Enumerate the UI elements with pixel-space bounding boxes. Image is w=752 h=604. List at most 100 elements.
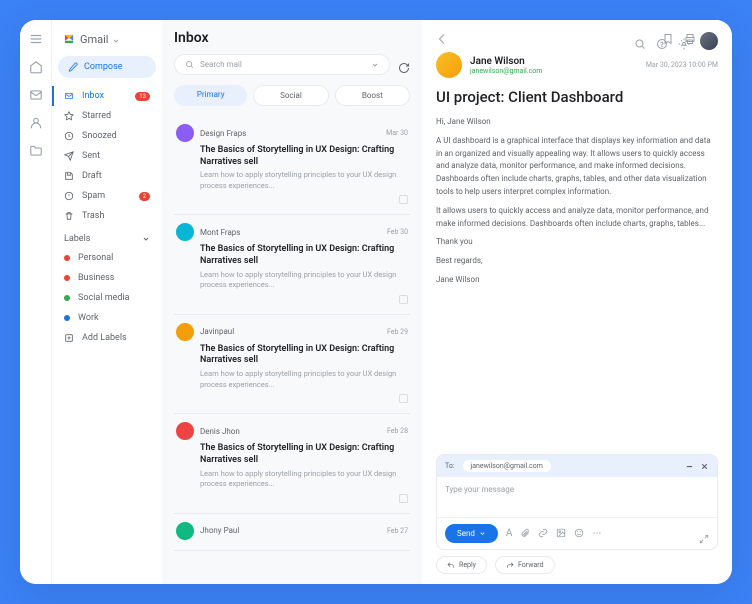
- expand-icon[interactable]: [699, 529, 709, 539]
- spam-icon: [64, 191, 74, 201]
- format-icon[interactable]: A: [506, 528, 513, 539]
- label-text: Work: [78, 313, 99, 323]
- sent-icon: [64, 151, 74, 161]
- reply-button[interactable]: Reply: [436, 556, 487, 574]
- checkbox[interactable]: [399, 494, 408, 503]
- date: Feb 29: [387, 328, 408, 336]
- avatar: [176, 422, 194, 440]
- minimize-icon[interactable]: [685, 462, 694, 471]
- sender: Jhony Paul: [200, 526, 381, 535]
- user-avatar[interactable]: [700, 32, 718, 50]
- search-input[interactable]: Search mail: [174, 54, 390, 75]
- chevron-down-icon[interactable]: [371, 61, 379, 69]
- checkbox[interactable]: [399, 195, 408, 204]
- emoji-icon[interactable]: [574, 528, 584, 538]
- label-text: Business: [78, 273, 114, 283]
- mail-item[interactable]: Jhony PaulFeb 27: [174, 514, 410, 551]
- header-actions: [634, 32, 718, 50]
- date: Feb 28: [387, 427, 408, 435]
- settings-icon[interactable]: [678, 35, 690, 47]
- sender-email: janewilson@gmail.com: [470, 67, 542, 75]
- tab-social[interactable]: Social: [253, 85, 328, 106]
- nav-starred[interactable]: Starred: [58, 106, 156, 126]
- labels-title: Labels: [64, 234, 90, 244]
- chevron-down-icon: [479, 530, 486, 537]
- people-icon[interactable]: [29, 116, 43, 130]
- label-business[interactable]: Business: [58, 268, 156, 288]
- date: Mar 30: [386, 129, 408, 137]
- color-dot: [64, 275, 70, 281]
- menu-icon[interactable]: [29, 32, 43, 46]
- reply-composer: To: janewilson@gmail.com Type your messa…: [436, 454, 718, 550]
- badge: 13: [135, 92, 150, 101]
- nav-spam[interactable]: Spam2: [58, 186, 156, 206]
- add-labels-button[interactable]: Add Labels: [58, 328, 156, 348]
- attach-icon[interactable]: [520, 528, 530, 538]
- sender: Design Fraps: [200, 129, 380, 138]
- subject: The Basics of Storytelling in UX Design:…: [200, 145, 408, 168]
- tab-primary[interactable]: Primary: [174, 85, 247, 106]
- search-icon: [185, 60, 194, 69]
- close-icon[interactable]: [700, 462, 709, 471]
- mail-item[interactable]: Denis JhonFeb 28The Basics of Storytelli…: [174, 414, 410, 513]
- draft-icon: [64, 171, 74, 181]
- mail-item[interactable]: Javinpaul Feb 29 The Basics of Storytellin…: [174, 315, 410, 414]
- mail-item[interactable]: Mont FrapsFeb 30The Basics of Storytelli…: [174, 215, 410, 314]
- pencil-icon: [68, 62, 78, 72]
- preview: Learn how to apply storytelling principl…: [200, 469, 408, 490]
- nav-label: Inbox: [82, 91, 104, 101]
- mail-subject: UI project: Client Dashboard: [436, 88, 718, 106]
- brand: Gmail: [58, 30, 156, 56]
- search-placeholder: Search mail: [200, 60, 242, 69]
- checkbox[interactable]: [399, 394, 408, 403]
- label-social-media[interactable]: Social media: [58, 288, 156, 308]
- home-icon[interactable]: [29, 60, 43, 74]
- subject: The Basics of Storytelling in UX Design:…: [200, 344, 408, 367]
- nav-draft[interactable]: Draft: [58, 166, 156, 186]
- forward-button[interactable]: Forward: [495, 556, 555, 574]
- checkbox[interactable]: [399, 295, 408, 304]
- to-label: To:: [445, 462, 455, 470]
- chevron-down-icon[interactable]: [112, 35, 120, 43]
- gmail-logo-icon: [62, 32, 76, 46]
- nav-label: Sent: [82, 151, 100, 161]
- inbox-icon: [64, 91, 74, 101]
- trash-icon: [64, 211, 74, 221]
- help-icon[interactable]: [656, 35, 668, 47]
- refresh-icon[interactable]: [398, 59, 410, 71]
- mail-date: Mar 30, 2023 10:00 PM: [646, 61, 718, 69]
- avatar: [176, 124, 194, 142]
- date: Feb 30: [387, 228, 408, 236]
- sender-name: Jane Wilson: [470, 56, 542, 67]
- send-button[interactable]: Send: [445, 524, 498, 543]
- link-icon[interactable]: [538, 528, 548, 538]
- to-chip[interactable]: janewilson@gmail.com: [463, 460, 551, 472]
- compose-button[interactable]: Compose: [58, 56, 156, 78]
- nav-label: Starred: [82, 111, 111, 121]
- folder-icon[interactable]: [29, 144, 43, 158]
- back-icon[interactable]: [436, 30, 448, 42]
- reply-textarea[interactable]: Type your message: [437, 477, 717, 517]
- color-dot: [64, 295, 70, 301]
- chevron-down-icon[interactable]: [142, 235, 150, 243]
- nav-label: Spam: [82, 191, 105, 201]
- reply-icon: [447, 561, 455, 569]
- nav-sent[interactable]: Sent: [58, 146, 156, 166]
- search-icon[interactable]: [634, 35, 646, 47]
- mail-item[interactable]: Design Fraps Mar 30 The Basics of Storytel…: [174, 116, 410, 215]
- label-personal[interactable]: Personal: [58, 248, 156, 268]
- nav-trash[interactable]: Trash: [58, 206, 156, 226]
- label-work[interactable]: Work: [58, 308, 156, 328]
- nav-snoozed[interactable]: Snoozed: [58, 126, 156, 146]
- preview: Learn how to apply storytelling principl…: [200, 270, 408, 291]
- plus-icon: [64, 333, 74, 343]
- more-icon[interactable]: [592, 528, 602, 538]
- tab-boost[interactable]: Boost: [335, 85, 410, 106]
- color-dot: [64, 315, 70, 321]
- mail-icon[interactable]: [29, 88, 43, 102]
- nav-inbox[interactable]: Inbox 13: [52, 86, 156, 106]
- sender: Javinpaul: [200, 327, 381, 336]
- nav-label: Draft: [82, 171, 102, 181]
- image-icon[interactable]: [556, 528, 566, 538]
- preview: Learn how to apply storytelling principl…: [200, 170, 408, 191]
